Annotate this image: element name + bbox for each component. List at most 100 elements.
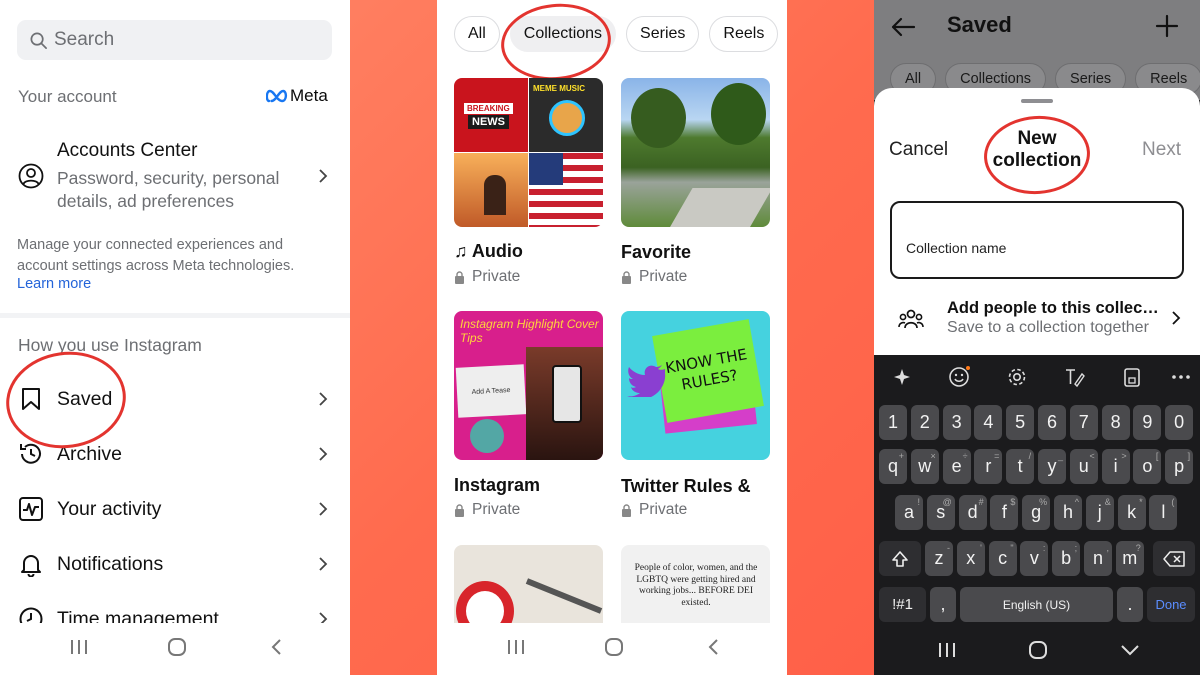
clipboard-icon[interactable] <box>1117 362 1147 392</box>
key-numbers-1[interactable]: 2 <box>910 405 939 440</box>
collection-thumb-twitter-rules[interactable]: KNOW THE RULES? <box>621 311 770 460</box>
key-alt-label: : <box>1042 543 1046 553</box>
key-row1-5[interactable]: y _ <box>1038 449 1066 484</box>
key-numbers-7[interactable]: 8 <box>1101 405 1130 440</box>
handwriting-icon[interactable] <box>1059 362 1089 392</box>
home-icon[interactable] <box>1027 640 1049 660</box>
key-alt-label: = <box>994 451 1000 461</box>
search-placeholder: Search <box>54 29 115 50</box>
key-label: d <box>967 502 978 522</box>
key-row1-9[interactable]: p] <box>1165 449 1194 484</box>
key-alt-label: ! <box>917 497 920 507</box>
key-label: v <box>1029 548 1039 568</box>
keyboard-hide-icon[interactable] <box>1119 641 1141 659</box>
search-bar[interactable]: Search <box>17 20 332 60</box>
add-people-title[interactable]: Add people to this collection <box>947 299 1162 318</box>
menu-item-your-activity[interactable]: Your activity <box>0 489 350 529</box>
lock-icon <box>622 503 631 517</box>
collection-thumb-partial[interactable]: People of color, women, and the LGBTQ we… <box>621 545 770 625</box>
key-row1-0[interactable]: q + <box>879 449 907 484</box>
collection-thumb-partial[interactable] <box>454 545 603 625</box>
dei-quote-text: People of color, women, and the LGBTQ we… <box>634 563 758 608</box>
recent-apps-icon[interactable] <box>505 637 527 657</box>
key-row3-1[interactable]: x ' <box>956 541 985 576</box>
key-label: t <box>1017 456 1023 476</box>
key-numbers-6[interactable]: 7 <box>1069 405 1098 440</box>
key-row2-2[interactable]: d # <box>958 495 987 530</box>
ai-sparkle-icon[interactable] <box>888 362 918 392</box>
chevron-right-icon[interactable] <box>318 168 328 184</box>
key-row1-7[interactable]: i > <box>1101 449 1130 484</box>
pen-shape <box>525 578 603 614</box>
activity-icon <box>19 497 43 521</box>
key-row2-4[interactable]: g% <box>1022 495 1051 530</box>
chip-all[interactable]: All <box>454 16 500 52</box>
key-numbers-5[interactable]: 6 <box>1038 405 1066 440</box>
backspace-key[interactable] <box>1153 541 1195 576</box>
space-key[interactable]: English (US) <box>960 587 1113 622</box>
key-alt-label: > <box>1121 451 1127 461</box>
key-row3-5[interactable]: n, <box>1084 541 1112 576</box>
key-row2-0[interactable]: a! <box>895 495 923 530</box>
chip-series[interactable]: Series <box>626 16 700 52</box>
key-row1-2[interactable]: e ÷ <box>942 449 971 484</box>
key-row1-8[interactable]: o[ <box>1133 449 1162 484</box>
chevron-right-icon[interactable] <box>1171 310 1181 326</box>
home-icon[interactable] <box>166 637 188 657</box>
shift-key[interactable] <box>879 541 921 576</box>
key-row1-3[interactable]: r = <box>974 449 1003 484</box>
gear-icon[interactable] <box>1002 362 1032 392</box>
recent-apps-icon[interactable] <box>68 637 90 657</box>
key-row2-6[interactable]: j & <box>1085 495 1114 530</box>
recent-apps-icon[interactable] <box>936 641 958 659</box>
collection-thumb-favorite[interactable] <box>621 78 770 227</box>
chip-reels[interactable]: Reels <box>709 16 779 52</box>
key-numbers-2[interactable]: 3 <box>942 405 971 440</box>
key-row1-4[interactable]: t / <box>1006 449 1035 484</box>
key-numbers-9[interactable]: 0 <box>1165 405 1194 440</box>
collection-thumb-audio[interactable]: BREAKING NEWS MEME MUSIC <box>454 78 603 227</box>
plus-icon[interactable] <box>1155 14 1179 38</box>
collection-thumb-instagram[interactable]: Instagram Highlight Cover Tips Add A Tea… <box>454 311 603 460</box>
key-row2-5[interactable]: h ^ <box>1054 495 1082 530</box>
key-row2-7[interactable]: k * <box>1117 495 1146 530</box>
key-row2-3[interactable]: f $ <box>990 495 1019 530</box>
key-row2-1[interactable]: s @ <box>926 495 955 530</box>
menu-item-notifications[interactable]: Notifications <box>0 544 350 584</box>
collection-name: Twitter Rules & <box>621 476 751 496</box>
key-alt-label: [ <box>1155 451 1159 461</box>
back-icon[interactable] <box>266 637 288 657</box>
key-row1-1[interactable]: w × <box>910 449 939 484</box>
learn-more-link[interactable]: Learn more <box>17 276 91 292</box>
key-label: y <box>1047 456 1057 476</box>
key-alt-label: " <box>1010 543 1014 553</box>
more-options-icon[interactable] <box>1166 362 1196 392</box>
key-row3-6[interactable]: m? <box>1115 541 1144 576</box>
key-row2-8[interactable]: l( <box>1149 495 1178 530</box>
key-row3-4[interactable]: b; <box>1052 541 1081 576</box>
key-row3-3[interactable]: v: <box>1020 541 1049 576</box>
back-icon[interactable] <box>703 637 725 657</box>
period-key[interactable]: . <box>1117 587 1143 622</box>
key-numbers-8[interactable]: 9 <box>1133 405 1162 440</box>
key-row3-0[interactable]: z- <box>925 541 953 576</box>
key-label: n <box>1092 548 1103 568</box>
accounts-center-title[interactable]: Accounts Center <box>57 140 197 162</box>
comma-key[interactable]: , <box>930 587 956 622</box>
key-alt-label: & <box>1104 497 1111 507</box>
key-numbers-0[interactable]: 1 <box>879 405 907 440</box>
key-label: 9 <box>1142 412 1153 432</box>
next-button[interactable]: Next <box>1142 139 1181 161</box>
emoji-icon[interactable] <box>944 362 974 392</box>
back-arrow-icon[interactable] <box>890 14 916 40</box>
drag-handle[interactable] <box>1021 99 1053 103</box>
cancel-button[interactable]: Cancel <box>889 139 948 161</box>
collection-name-input[interactable] <box>890 201 1184 279</box>
key-numbers-4[interactable]: 5 <box>1006 405 1035 440</box>
key-row1-6[interactable]: u < <box>1069 449 1098 484</box>
key-numbers-3[interactable]: 4 <box>974 405 1003 440</box>
key-row3-2[interactable]: c " <box>988 541 1017 576</box>
symbols-key[interactable]: !#1 <box>879 587 926 622</box>
done-key[interactable]: Done <box>1147 587 1195 622</box>
home-icon[interactable] <box>603 637 625 657</box>
